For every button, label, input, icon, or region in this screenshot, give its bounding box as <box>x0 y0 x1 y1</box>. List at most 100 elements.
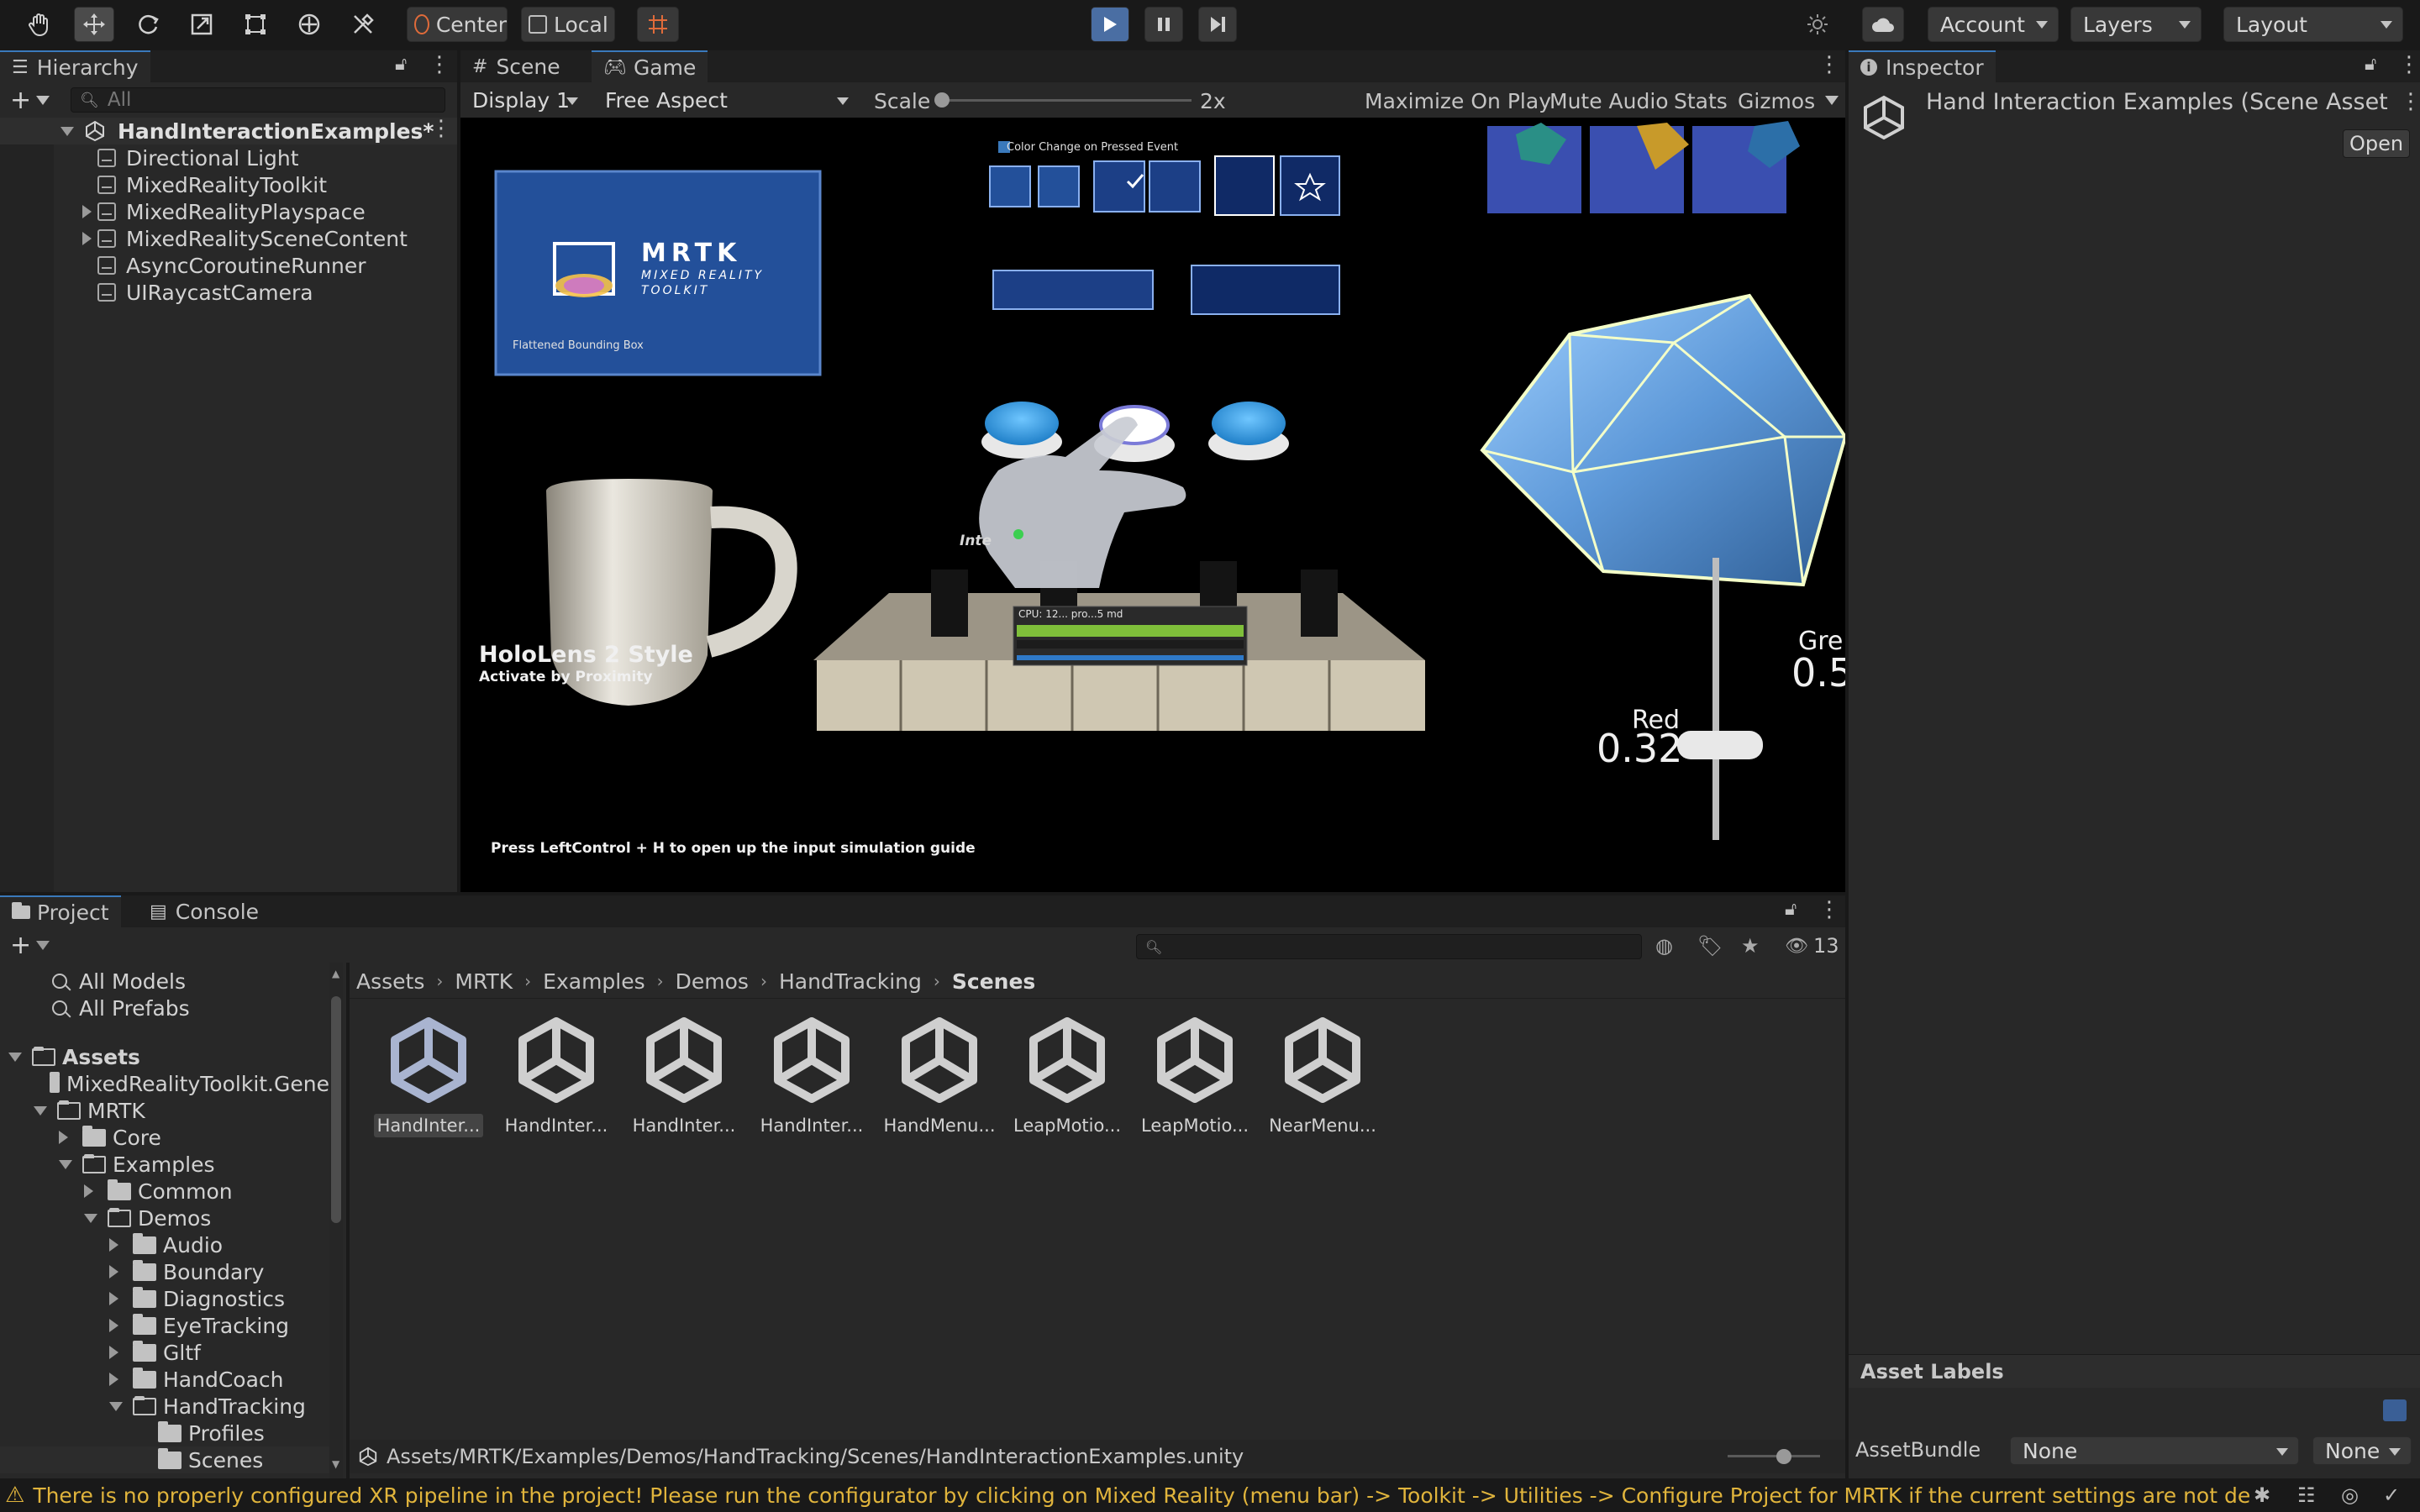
layout-dropdown[interactable]: Layout <box>2223 7 2403 42</box>
breadcrumb-item[interactable]: MRTK <box>455 969 513 994</box>
lock-icon[interactable]: 🔓︎ <box>1785 899 1797 920</box>
asset-item[interactable]: HandMenu... <box>881 1016 998 1151</box>
scale-slider-thumb[interactable] <box>934 92 950 108</box>
favorite-star-icon[interactable]: ★ <box>1741 934 1760 958</box>
scroll-down-icon[interactable]: ▼ <box>332 1458 339 1470</box>
tree-item[interactable]: HandTracking <box>0 1393 329 1420</box>
chevron-right-icon[interactable] <box>84 1184 93 1198</box>
favorite-item[interactable]: All Models <box>52 968 186 995</box>
check-icon[interactable]: ✓ <box>2383 1483 2400 1507</box>
chevron-down-icon[interactable] <box>60 126 74 136</box>
hierarchy-item[interactable]: MixedRealityToolkit <box>0 171 457 198</box>
icon-size-slider-track[interactable] <box>1728 1455 1820 1457</box>
more-options-icon[interactable] <box>1818 897 1840 922</box>
tab-project[interactable]: Project <box>0 895 121 927</box>
chevron-down-icon[interactable] <box>1825 96 1839 105</box>
pivot-center-button[interactable]: Center <box>407 7 508 42</box>
asset-item[interactable]: HandInter... <box>370 1016 487 1151</box>
hierarchy-item[interactable]: MixedRealitySceneContent <box>0 225 457 252</box>
tree-item[interactable]: EyeTracking <box>0 1312 329 1339</box>
breadcrumb-item[interactable]: Scenes <box>952 969 1035 994</box>
grid-snap-button[interactable] <box>637 7 679 42</box>
more-options-icon[interactable] <box>2400 89 2420 114</box>
breadcrumb-item[interactable]: HandTracking <box>779 969 922 994</box>
pivot-local-button[interactable]: Local <box>521 7 615 42</box>
assetbundle-dropdown[interactable]: None <box>2010 1436 2299 1465</box>
tab-console[interactable]: ▤ Console <box>138 895 271 927</box>
transform-tool-icon[interactable] <box>289 7 329 42</box>
chevron-right-icon[interactable] <box>109 1373 118 1386</box>
tree-item[interactable]: Profiles <box>0 1420 329 1446</box>
icon-size-slider-thumb[interactable] <box>1776 1449 1791 1464</box>
more-options-icon[interactable] <box>1818 52 1840 77</box>
tree-item[interactable]: Diagnostics <box>0 1285 329 1312</box>
lock-icon[interactable]: 🔓︎ <box>2365 54 2376 75</box>
hidden-packages-toggle[interactable]: 👁︎ 13 <box>1785 934 1839 958</box>
stats-toggle[interactable]: Stats <box>1674 89 1728 113</box>
filter-type-icon[interactable]: ◍ <box>1655 934 1673 958</box>
cloud-button[interactable] <box>1862 7 1904 42</box>
asset-item[interactable]: LeapMotio... <box>1136 1016 1254 1151</box>
chevron-right-icon[interactable] <box>109 1238 118 1252</box>
lock-icon[interactable]: 🔓︎ <box>395 54 407 75</box>
chevron-down-icon[interactable] <box>109 1401 123 1411</box>
collab-icon[interactable]: ☷ <box>2297 1483 2316 1507</box>
play-button[interactable] <box>1091 7 1129 42</box>
rect-tool-icon[interactable] <box>235 7 276 42</box>
more-options-icon[interactable] <box>2398 52 2420 77</box>
status-message[interactable]: There is no properly configured XR pipel… <box>33 1483 2251 1508</box>
asset-item[interactable]: HandInter... <box>753 1016 871 1151</box>
hand-tool-icon[interactable] <box>22 7 57 42</box>
tree-item[interactable]: Scenes <box>0 1446 329 1473</box>
tree-item[interactable]: Demos <box>0 1205 329 1231</box>
chevron-right-icon[interactable] <box>109 1319 118 1332</box>
create-button[interactable]: + <box>10 931 50 960</box>
scroll-up-icon[interactable]: ▲ <box>332 968 339 979</box>
label-tag-icon[interactable] <box>2383 1399 2407 1421</box>
chevron-down-icon[interactable] <box>59 1159 72 1169</box>
layers-dropdown[interactable]: Layers <box>2070 7 2202 42</box>
variant-dropdown[interactable]: None <box>2312 1436 2412 1465</box>
tree-item[interactable]: Gltf <box>0 1339 329 1366</box>
tab-game[interactable]: 🎮︎ Game <box>592 50 708 82</box>
chevron-down-icon[interactable] <box>84 1213 97 1223</box>
scale-slider-track[interactable] <box>939 99 1192 102</box>
chevron-right-icon[interactable] <box>109 1346 118 1359</box>
open-button[interactable]: Open <box>2343 129 2410 158</box>
chevron-right-icon[interactable] <box>82 232 92 245</box>
display-dropdown[interactable]: Display 1 <box>460 84 588 116</box>
tab-inspector[interactable]: i Inspector <box>1849 50 1996 82</box>
chevron-right-icon[interactable] <box>109 1292 118 1305</box>
tree-scrollbar[interactable]: ▲ ▼ <box>329 963 343 1478</box>
aspect-dropdown[interactable]: Free Aspect <box>593 84 859 116</box>
tree-item[interactable]: Assets <box>0 1043 329 1070</box>
favorite-item[interactable]: All Prefabs <box>52 995 190 1021</box>
asset-item[interactable]: NearMenu... <box>1264 1016 1381 1151</box>
hierarchy-item[interactable]: MixedRealityPlayspace <box>0 198 457 225</box>
step-button[interactable] <box>1198 7 1237 42</box>
scale-tool-icon[interactable] <box>182 7 222 42</box>
gizmos-toggle[interactable]: Gizmos <box>1738 89 1815 113</box>
chevron-right-icon[interactable] <box>109 1265 118 1278</box>
tree-item[interactable]: Core <box>0 1124 329 1151</box>
hierarchy-item[interactable]: AsyncCoroutineRunner <box>0 252 457 279</box>
chevron-right-icon[interactable] <box>82 205 92 218</box>
rotate-tool-icon[interactable] <box>128 7 168 42</box>
hierarchy-item[interactable]: UIRaycastCamera <box>0 279 457 306</box>
more-options-icon[interactable] <box>430 116 452 141</box>
tree-item[interactable]: MixedRealityToolkit.Gene <box>0 1070 329 1097</box>
chevron-down-icon[interactable] <box>8 1052 22 1062</box>
more-options-icon[interactable] <box>429 52 450 77</box>
pause-button[interactable] <box>1144 7 1183 42</box>
asset-item[interactable]: HandInter... <box>497 1016 615 1151</box>
breadcrumb-item[interactable]: Examples <box>543 969 644 994</box>
project-search-input[interactable]: 🔍︎ <box>1136 934 1642 959</box>
asset-item[interactable]: LeapMotio... <box>1008 1016 1126 1151</box>
breadcrumb-item[interactable]: Demos <box>676 969 749 994</box>
account-dropdown[interactable]: Account <box>1928 7 2059 42</box>
tree-item[interactable]: HandCoach <box>0 1366 329 1393</box>
lighting-icon[interactable] <box>1800 7 1835 42</box>
tree-item[interactable]: Audio <box>0 1231 329 1258</box>
mute-audio-toggle[interactable]: Mute Audio <box>1549 89 1669 113</box>
create-button[interactable]: + <box>10 86 54 115</box>
